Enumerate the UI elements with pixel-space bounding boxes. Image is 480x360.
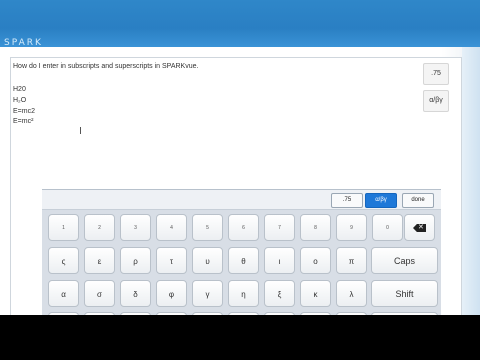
video-letterbox-bottom bbox=[0, 315, 480, 360]
key-lambda[interactable]: λ bbox=[336, 280, 367, 307]
caps-key[interactable]: Caps bbox=[371, 247, 438, 274]
key-sigma[interactable]: σ bbox=[84, 280, 115, 307]
notes-line: E=mc² bbox=[13, 118, 34, 125]
key-gamma[interactable]: γ bbox=[192, 280, 223, 307]
key-2[interactable]: 2 bbox=[84, 214, 115, 241]
key-alpha[interactable]: α bbox=[48, 280, 79, 307]
backspace-key[interactable]: ✕ bbox=[404, 214, 435, 241]
key-epsilon[interactable]: ε bbox=[84, 247, 115, 274]
right-edge bbox=[462, 47, 480, 315]
key-eta[interactable]: η bbox=[228, 280, 259, 307]
key-4[interactable]: 4 bbox=[156, 214, 187, 241]
key-6[interactable]: 6 bbox=[228, 214, 259, 241]
keyboard-toolbar: .75 α/βγ done bbox=[42, 190, 441, 210]
notes-line: E=mc2 bbox=[13, 108, 35, 115]
key-8[interactable]: 8 bbox=[300, 214, 331, 241]
key-kappa[interactable]: κ bbox=[300, 280, 331, 307]
question-text: How do I enter in subscripts and supersc… bbox=[13, 63, 199, 70]
greek-button[interactable]: α/βγ bbox=[423, 90, 449, 112]
key-3[interactable]: 3 bbox=[120, 214, 151, 241]
key-final-sigma[interactable]: ς bbox=[48, 247, 79, 274]
key-1[interactable]: 1 bbox=[48, 214, 79, 241]
keyboard-done-button[interactable]: done bbox=[402, 193, 434, 208]
key-9[interactable]: 9 bbox=[336, 214, 367, 241]
key-rho[interactable]: ρ bbox=[120, 247, 151, 274]
key-omicron[interactable]: ο bbox=[300, 247, 331, 274]
keyboard-decimal-mode[interactable]: .75 bbox=[331, 193, 363, 208]
key-xi[interactable]: ξ bbox=[264, 280, 295, 307]
onscreen-keyboard: .75 α/βγ done 1 2 3 4 5 6 7 8 9 0 ✕ ς ε … bbox=[42, 189, 441, 330]
key-upsilon[interactable]: υ bbox=[192, 247, 223, 274]
notes-line: H20 bbox=[13, 86, 26, 93]
backspace-icon: ✕ bbox=[413, 224, 426, 232]
key-7[interactable]: 7 bbox=[264, 214, 295, 241]
key-0[interactable]: 0 bbox=[372, 214, 403, 241]
key-tau[interactable]: τ bbox=[156, 247, 187, 274]
key-delta[interactable]: δ bbox=[120, 280, 151, 307]
notes-line: H₂O bbox=[13, 97, 27, 104]
text-cursor bbox=[80, 127, 81, 134]
decimal-button[interactable]: .75 bbox=[423, 63, 449, 85]
key-theta[interactable]: θ bbox=[228, 247, 259, 274]
key-phi[interactable]: φ bbox=[156, 280, 187, 307]
key-5[interactable]: 5 bbox=[192, 214, 223, 241]
app-header-bar: SPARK bbox=[0, 0, 480, 48]
keyboard-greek-mode[interactable]: α/βγ bbox=[365, 193, 397, 208]
shift-key[interactable]: Shift bbox=[371, 280, 438, 307]
key-pi[interactable]: π bbox=[336, 247, 367, 274]
key-iota[interactable]: ι bbox=[264, 247, 295, 274]
